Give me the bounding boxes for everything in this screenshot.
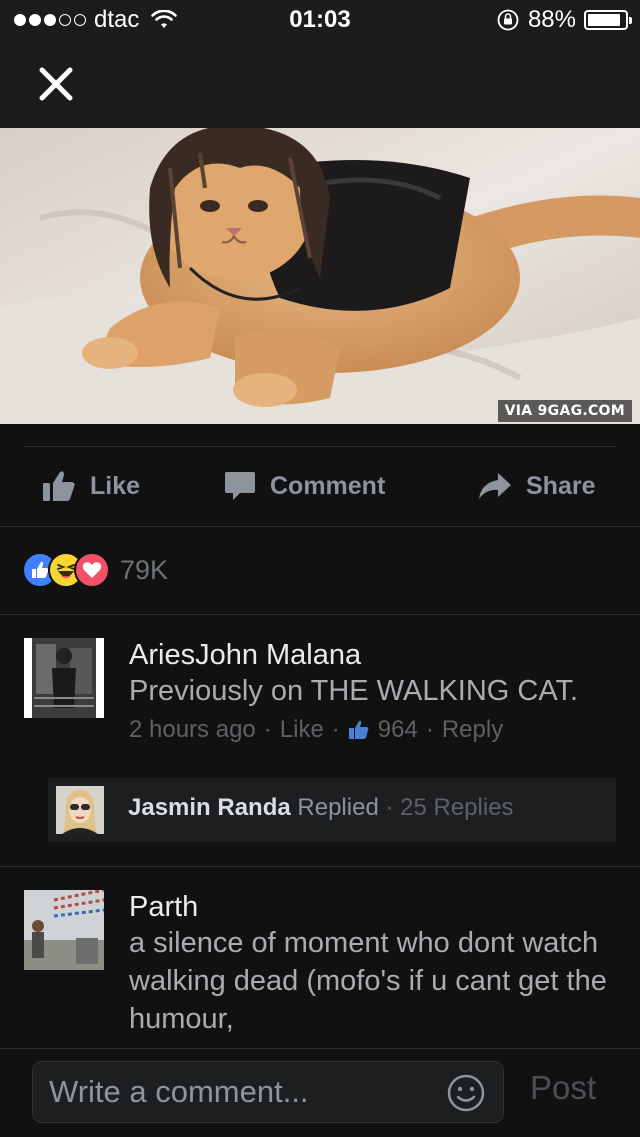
comment-item: AriesJohn Malana Previously on THE WALKI…: [24, 638, 624, 758]
reply-author: Jasmin Randa: [128, 794, 291, 821]
emoji-icon[interactable]: [446, 1073, 486, 1113]
share-arrow-icon: [479, 473, 511, 499]
comment-body: a silence of moment who dont watch walki…: [129, 927, 607, 1035]
battery-area: 88%: [496, 6, 632, 34]
status-bar: dtac 01:03 88%: [0, 0, 640, 40]
watermark: VIA 9GAG.COM: [497, 400, 632, 422]
love-reaction-icon: [74, 552, 110, 588]
comment-composer: Post: [0, 1048, 640, 1137]
divider: [0, 866, 640, 867]
viewer-header: [0, 40, 640, 128]
comment-button[interactable]: Comment: [224, 446, 385, 526]
battery-percent: 88%: [527, 6, 576, 33]
comment-meta: 2 hours ago · Like · 964 · Reply: [129, 716, 504, 744]
close-icon[interactable]: [36, 64, 76, 104]
replies-preview[interactable]: Jasmin Randa Replied · 25 Replies: [48, 778, 616, 842]
thumbs-up-icon: [43, 471, 75, 501]
avatar: [56, 786, 104, 834]
action-bar: Like Comment Share: [0, 446, 640, 526]
orientation-lock-icon: [497, 9, 519, 31]
comment-reply-link[interactable]: Reply: [442, 716, 503, 744]
post-button[interactable]: Post: [530, 1069, 596, 1107]
like-label: Like: [90, 471, 141, 500]
comment-label: Comment: [270, 471, 386, 500]
comment-bubble-icon: [225, 472, 255, 500]
comment-author[interactable]: AriesJohn Malana: [129, 638, 629, 672]
comment-body: Previously on THE WALKING CAT.: [129, 675, 579, 707]
comment-author[interactable]: Parth: [129, 890, 624, 924]
share-label: Share: [526, 471, 596, 500]
post-photo[interactable]: VIA 9GAG.COM: [0, 128, 640, 424]
avatar[interactable]: [24, 890, 104, 970]
comment-time: 2 hours ago: [129, 716, 256, 743]
small-thumbs-up-icon: [348, 720, 369, 739]
reply-separator: ·: [385, 794, 394, 821]
comment-item: Parth a silence of moment who dont watch…: [24, 890, 624, 1050]
like-button[interactable]: Like: [42, 446, 140, 526]
avatar[interactable]: [24, 638, 104, 718]
comment-like-link[interactable]: Like: [280, 716, 324, 744]
comment-like-count: 964: [377, 716, 418, 743]
share-button[interactable]: Share: [478, 446, 595, 526]
cat-photo-image: [0, 128, 640, 424]
reaction-count: 79K: [120, 554, 169, 585]
divider: [0, 526, 640, 527]
battery-icon: [584, 10, 632, 30]
reaction-summary[interactable]: 79K: [22, 552, 168, 588]
reply-action: Replied: [297, 794, 379, 821]
divider: [0, 614, 640, 615]
reply-count: 25 Replies: [400, 794, 514, 821]
comment-input[interactable]: [32, 1061, 504, 1123]
